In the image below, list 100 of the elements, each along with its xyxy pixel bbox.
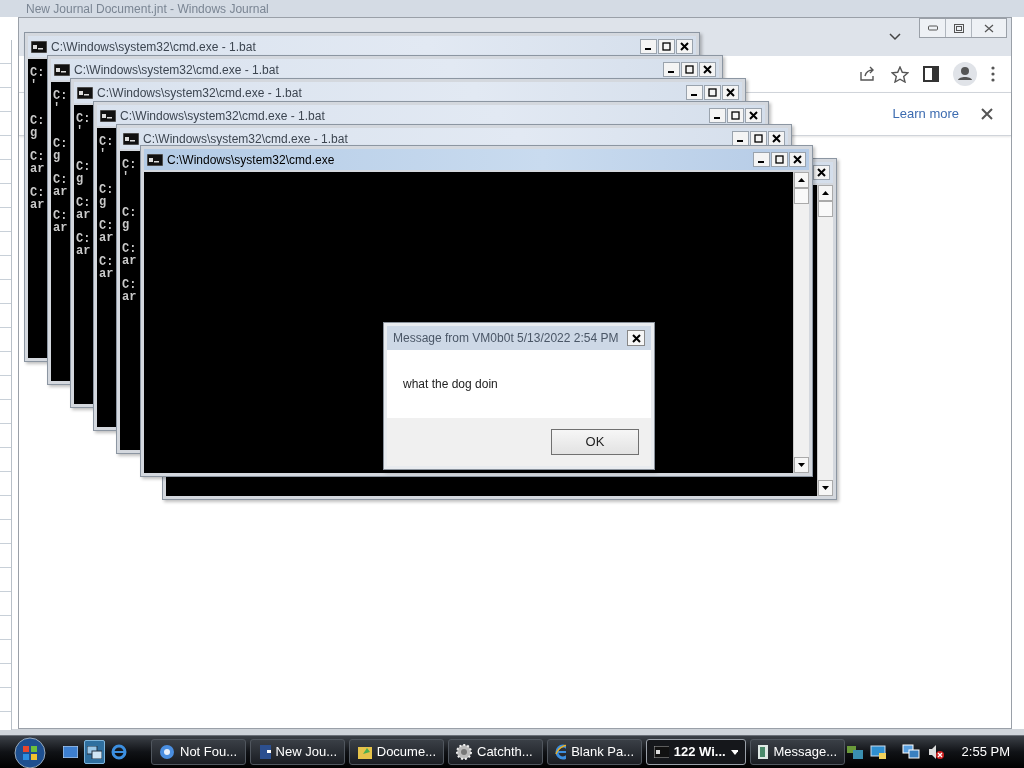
- taskbar-button[interactable]: Message...: [750, 739, 845, 765]
- close-button[interactable]: [745, 108, 762, 123]
- window-title: C:\Windows\system32\cmd.exe - 1.bat: [74, 61, 279, 79]
- close-icon: [984, 23, 994, 33]
- minimize-button[interactable]: [663, 62, 680, 77]
- console-output: C: ' C: g C: ar C: ar: [122, 159, 137, 303]
- window-title: C:\Windows\system32\cmd.exe: [167, 151, 335, 169]
- scroll-down-button[interactable]: [794, 457, 809, 473]
- console-icon: [147, 153, 163, 166]
- network-icon[interactable]: [845, 744, 864, 760]
- minimize-button[interactable]: [709, 108, 726, 123]
- close-icon: [772, 134, 781, 143]
- folder-icon: [357, 744, 372, 760]
- globe-icon: [159, 744, 175, 760]
- minimize-button[interactable]: [753, 152, 770, 167]
- close-button[interactable]: [813, 165, 830, 180]
- dialog-title: Message from VM0b0t 5/13/2022 2:54 PM: [393, 330, 619, 347]
- scroll-up-button[interactable]: [794, 172, 809, 188]
- close-icon[interactable]: [981, 108, 993, 120]
- quick-launch-button[interactable]: [84, 740, 105, 764]
- close-button[interactable]: [676, 39, 693, 54]
- close-icon: [680, 42, 689, 51]
- message-text: what the dog doin: [403, 376, 498, 393]
- window-title: C:\Windows\system32\cmd.exe - 1.bat: [143, 130, 348, 148]
- up-arrow-icon: [822, 191, 829, 195]
- console-icon: [54, 63, 70, 76]
- close-icon: [703, 65, 712, 74]
- maximize-icon: [685, 65, 694, 74]
- taskbar-button[interactable]: Docume...: [349, 739, 444, 765]
- taskbar-button[interactable]: Not Fou...: [151, 739, 246, 765]
- minimize-button[interactable]: [686, 85, 703, 100]
- close-button[interactable]: [699, 62, 716, 77]
- maximize-button[interactable]: [658, 39, 675, 54]
- window-title: C:\Windows\system32\cmd.exe - 1.bat: [51, 38, 256, 56]
- scroll-down-button[interactable]: [818, 480, 833, 496]
- restore-icon: [953, 23, 964, 33]
- console-icon: [123, 132, 139, 145]
- monitor-icon[interactable]: [869, 744, 888, 760]
- computers-icon[interactable]: [901, 744, 922, 760]
- scroll-up-button[interactable]: [818, 185, 833, 201]
- taskbar-button[interactable]: 122 Wi...: [646, 739, 746, 765]
- maximize-button[interactable]: [704, 85, 721, 100]
- speaker-icon[interactable]: [927, 744, 944, 760]
- maximize-icon: [662, 42, 671, 51]
- console-output: C: ' C: g C: ar C: ar: [76, 113, 91, 257]
- window-title: C:\Windows\system32\cmd.exe - 1.bat: [120, 107, 325, 125]
- console-icon: [100, 109, 116, 122]
- console-output: C: ' C: g C: ar C: ar: [53, 90, 68, 234]
- star-icon[interactable]: [891, 65, 909, 83]
- console-output: C: ' C: g C: ar C: ar: [30, 67, 45, 211]
- maximize-button[interactable]: [681, 62, 698, 77]
- console-icon: [77, 86, 93, 99]
- clock[interactable]: 2:55 PM: [961, 742, 1010, 762]
- taskbar-button[interactable]: Catchth...: [448, 739, 543, 765]
- down-arrow-icon: [798, 463, 805, 467]
- close-icon: [749, 111, 758, 120]
- close-button[interactable]: [789, 152, 806, 167]
- minimize-icon: [927, 25, 938, 31]
- maximize-icon: [708, 88, 717, 97]
- console-icon: [654, 746, 669, 758]
- browser-e-icon: [555, 744, 567, 760]
- desktop-icon: [63, 746, 78, 758]
- browser-e-icon: [110, 744, 127, 760]
- scroll-thumb[interactable]: [794, 188, 809, 204]
- ok-button[interactable]: OK: [551, 429, 639, 455]
- scrollbar[interactable]: [817, 185, 833, 496]
- console-output: C: ' C: g C: ar C: ar: [99, 136, 114, 280]
- maximize-icon: [731, 111, 740, 120]
- maximize-icon: [775, 155, 784, 164]
- scroll-thumb[interactable]: [818, 201, 833, 217]
- close-icon: [793, 155, 802, 164]
- close-icon: [726, 88, 735, 97]
- window-title: New Journal Document.jnt - Windows Journal: [26, 0, 269, 18]
- minimize-button[interactable]: [640, 39, 657, 54]
- up-arrow-icon: [798, 178, 805, 182]
- down-arrow-icon: [822, 486, 829, 490]
- dropdown-arrow-icon: [730, 749, 738, 755]
- close-icon: [631, 333, 641, 343]
- console-icon: [31, 40, 47, 53]
- side-panel-icon[interactable]: [923, 66, 939, 82]
- scrollbar[interactable]: [793, 172, 809, 473]
- maximize-icon: [754, 134, 763, 143]
- window-title: C:\Windows\system32\cmd.exe - 1.bat: [97, 84, 302, 102]
- profile-icon[interactable]: [953, 62, 977, 86]
- menu-icon[interactable]: [991, 66, 995, 82]
- window-icon: [758, 745, 769, 759]
- share-icon[interactable]: [859, 66, 877, 82]
- start-button[interactable]: [11, 735, 49, 768]
- maximize-button[interactable]: [771, 152, 788, 167]
- learn-more-link[interactable]: Learn more: [892, 104, 959, 124]
- close-button[interactable]: [627, 330, 645, 346]
- maximize-button[interactable]: [727, 108, 744, 123]
- taskbar-button[interactable]: Blank Pa...: [547, 739, 642, 765]
- taskbar-button[interactable]: New Jou...: [250, 739, 345, 765]
- close-icon: [817, 168, 826, 177]
- switch-windows-icon: [87, 745, 102, 759]
- chevron-down-icon[interactable]: [889, 33, 901, 41]
- notebook-icon: [258, 744, 271, 760]
- close-button[interactable]: [722, 85, 739, 100]
- gear-icon: [456, 744, 472, 760]
